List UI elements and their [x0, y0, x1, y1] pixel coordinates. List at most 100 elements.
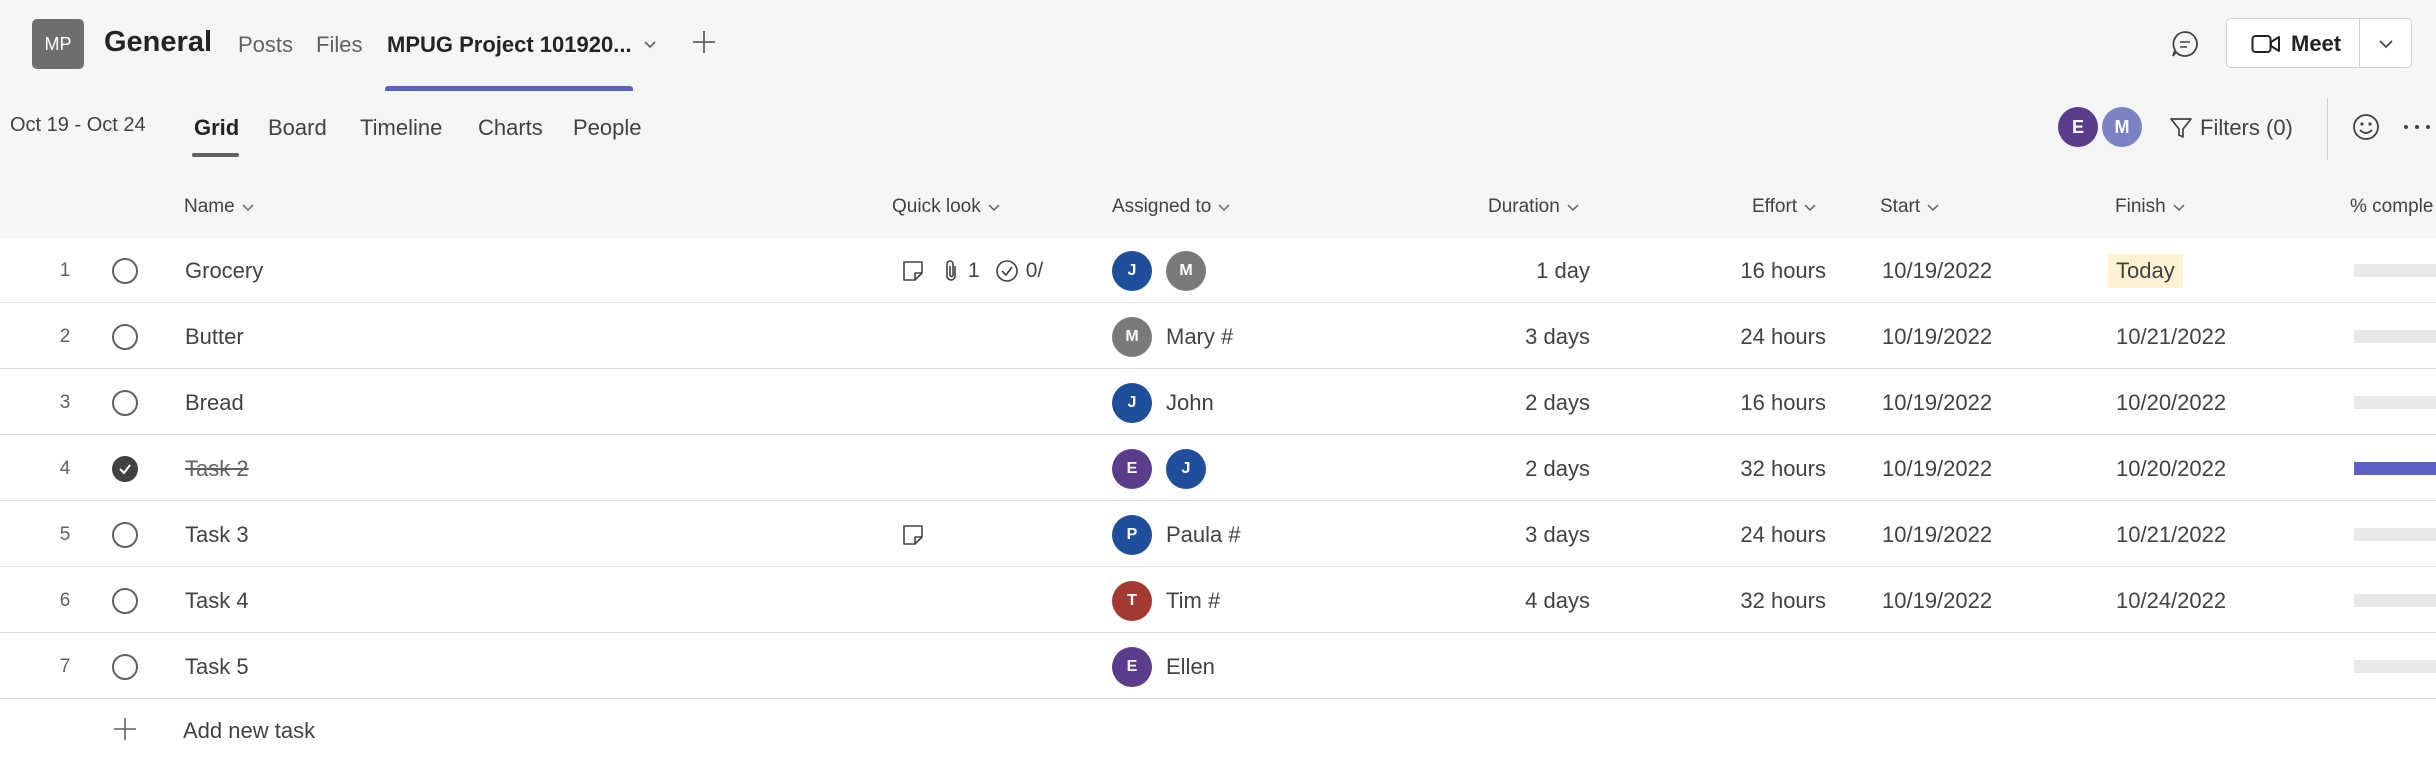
assigned-to[interactable]: P Paula # — [1112, 502, 1241, 567]
column-header-percent-complete[interactable]: % comple — [2350, 196, 2433, 218]
complete-checkbox[interactable] — [112, 634, 142, 699]
task-row[interactable]: 5 Task 3 P Paula # 3 days 24 hours 10/19… — [0, 502, 2436, 567]
member-avatar[interactable]: E — [2058, 107, 2098, 147]
finish-date[interactable]: 10/21/2022 — [2116, 304, 2226, 369]
tab-files[interactable]: Files — [316, 32, 362, 58]
member-avatar[interactable]: M — [2102, 107, 2142, 147]
task-name[interactable]: Bread — [185, 370, 244, 435]
avatar: J — [1112, 250, 1152, 291]
task-name[interactable]: Task 5 — [185, 634, 249, 699]
chat-icon[interactable] — [2168, 27, 2202, 61]
progress-bar — [2354, 396, 2436, 409]
duration[interactable]: 2 days — [1450, 436, 1590, 501]
effort[interactable]: 16 hours — [1700, 238, 1826, 303]
column-header-label: Quick look — [892, 196, 981, 217]
view-tab-timeline[interactable]: Timeline — [360, 115, 442, 141]
active-view-indicator — [192, 153, 239, 157]
quick-look[interactable]: 1 0/ — [900, 238, 1043, 303]
row-number: 6 — [59, 589, 71, 611]
add-new-task-button[interactable]: Add new task — [183, 718, 315, 744]
column-header-start[interactable]: Start — [1880, 196, 1940, 218]
complete-checkbox[interactable] — [112, 502, 142, 567]
task-name[interactable]: Butter — [185, 304, 244, 369]
team-avatar[interactable]: MP — [32, 19, 84, 69]
effort[interactable]: 32 hours — [1700, 436, 1826, 501]
assigned-to[interactable]: J John — [1112, 370, 1214, 435]
assigned-to[interactable]: T Tim # — [1112, 568, 1220, 633]
effort[interactable]: 24 hours — [1700, 304, 1826, 369]
view-tab-charts[interactable]: Charts — [478, 115, 543, 141]
task-row[interactable]: 3 Bread J John 2 days 16 hours 10/19/202… — [0, 370, 2436, 435]
emoji-icon[interactable] — [2350, 111, 2382, 143]
effort[interactable]: 32 hours — [1700, 568, 1826, 633]
circle-icon — [112, 653, 138, 680]
task-row[interactable]: 1 Grocery 1 0/ J M 1 day 16 hours 10/19/… — [0, 238, 2436, 303]
filters-button[interactable]: Filters (0) — [2200, 115, 2293, 141]
channel-title: General — [104, 26, 212, 58]
assigned-to[interactable]: J M — [1112, 238, 1206, 303]
complete-checkbox[interactable] — [112, 436, 142, 501]
start-date[interactable]: 10/19/2022 — [1882, 568, 1992, 633]
finish-date[interactable]: 10/20/2022 — [2116, 370, 2226, 435]
column-header-effort[interactable]: Effort — [1752, 196, 1817, 218]
effort[interactable]: 16 hours — [1700, 370, 1826, 435]
column-header-assigned-to[interactable]: Assigned to — [1112, 196, 1231, 218]
complete-checkbox[interactable] — [112, 238, 142, 303]
finish-date[interactable]: 10/24/2022 — [2116, 568, 2226, 633]
task-row[interactable]: 6 Task 4 T Tim # 4 days 32 hours 10/19/2… — [0, 568, 2436, 633]
complete-checkbox[interactable] — [112, 304, 142, 369]
start-date[interactable]: 10/19/2022 — [1882, 436, 1992, 501]
row-number: 1 — [59, 259, 71, 281]
duration[interactable]: 1 day — [1450, 238, 1590, 303]
finish-date[interactable]: 10/20/2022 — [2116, 436, 2226, 501]
avatar: P — [1112, 514, 1152, 555]
meet-options-chevron-icon[interactable] — [2375, 33, 2397, 55]
task-row[interactable]: 4 Task 2 E J 2 days 32 hours 10/19/2022 … — [0, 436, 2436, 501]
start-date[interactable]: 10/19/2022 — [1882, 502, 1992, 567]
finish-date[interactable]: 10/21/2022 — [2116, 502, 2226, 567]
assigned-to[interactable]: E Ellen — [1112, 634, 1215, 699]
chevron-down-icon[interactable] — [640, 34, 660, 54]
column-header-quick-look[interactable]: Quick look — [892, 196, 1001, 218]
column-header-name[interactable]: Name — [184, 196, 255, 218]
complete-checkbox[interactable] — [112, 370, 142, 435]
start-date[interactable]: 10/19/2022 — [1882, 370, 1992, 435]
duration[interactable]: 3 days — [1450, 304, 1590, 369]
column-header-duration[interactable]: Duration — [1488, 196, 1580, 218]
add-tab-icon[interactable] — [688, 26, 720, 58]
start-date[interactable]: 10/19/2022 — [1882, 304, 1992, 369]
view-tab-board[interactable]: Board — [268, 115, 327, 141]
column-header-finish[interactable]: Finish — [2115, 196, 2186, 218]
view-tab-people[interactable]: People — [573, 115, 642, 141]
task-name[interactable]: Grocery — [185, 238, 263, 303]
complete-checkbox[interactable] — [112, 568, 142, 633]
task-row[interactable]: 2 Butter M Mary # 3 days 24 hours 10/19/… — [0, 304, 2436, 369]
task-name[interactable]: Task 2 — [185, 436, 249, 501]
tab-mpug-project[interactable]: MPUG Project 101920... — [387, 32, 632, 58]
more-options-icon[interactable] — [2400, 111, 2434, 143]
quick-look[interactable] — [900, 502, 926, 567]
effort[interactable]: 24 hours — [1700, 502, 1826, 567]
task-name[interactable]: Task 4 — [185, 568, 249, 633]
row-number: 2 — [59, 325, 71, 347]
assignee-name: Mary # — [1166, 323, 1234, 349]
task-name[interactable]: Task 3 — [185, 502, 249, 567]
tab-posts[interactable]: Posts — [238, 32, 293, 58]
finish-date[interactable]: Today — [2108, 238, 2183, 303]
assigned-to[interactable]: M Mary # — [1112, 304, 1233, 369]
duration[interactable]: 3 days — [1450, 502, 1590, 567]
start-date[interactable]: 10/19/2022 — [1882, 238, 1992, 303]
chevron-down-icon — [1218, 204, 1230, 212]
view-tab-grid[interactable]: Grid — [194, 115, 239, 141]
plus-icon[interactable] — [110, 714, 140, 744]
duration[interactable]: 2 days — [1450, 370, 1590, 435]
add-task-row[interactable] — [0, 700, 2436, 762]
row-number: 4 — [59, 457, 71, 479]
meet-button-label[interactable]: Meet — [2291, 31, 2341, 57]
today-badge: Today — [2108, 253, 2183, 288]
assigned-to[interactable]: E J — [1112, 436, 1206, 501]
filter-icon[interactable] — [2168, 115, 2194, 141]
duration[interactable]: 4 days — [1450, 568, 1590, 633]
meet-button-group[interactable]: Meet — [2226, 18, 2412, 68]
task-row[interactable]: 7 Task 5 E Ellen — [0, 634, 2436, 699]
